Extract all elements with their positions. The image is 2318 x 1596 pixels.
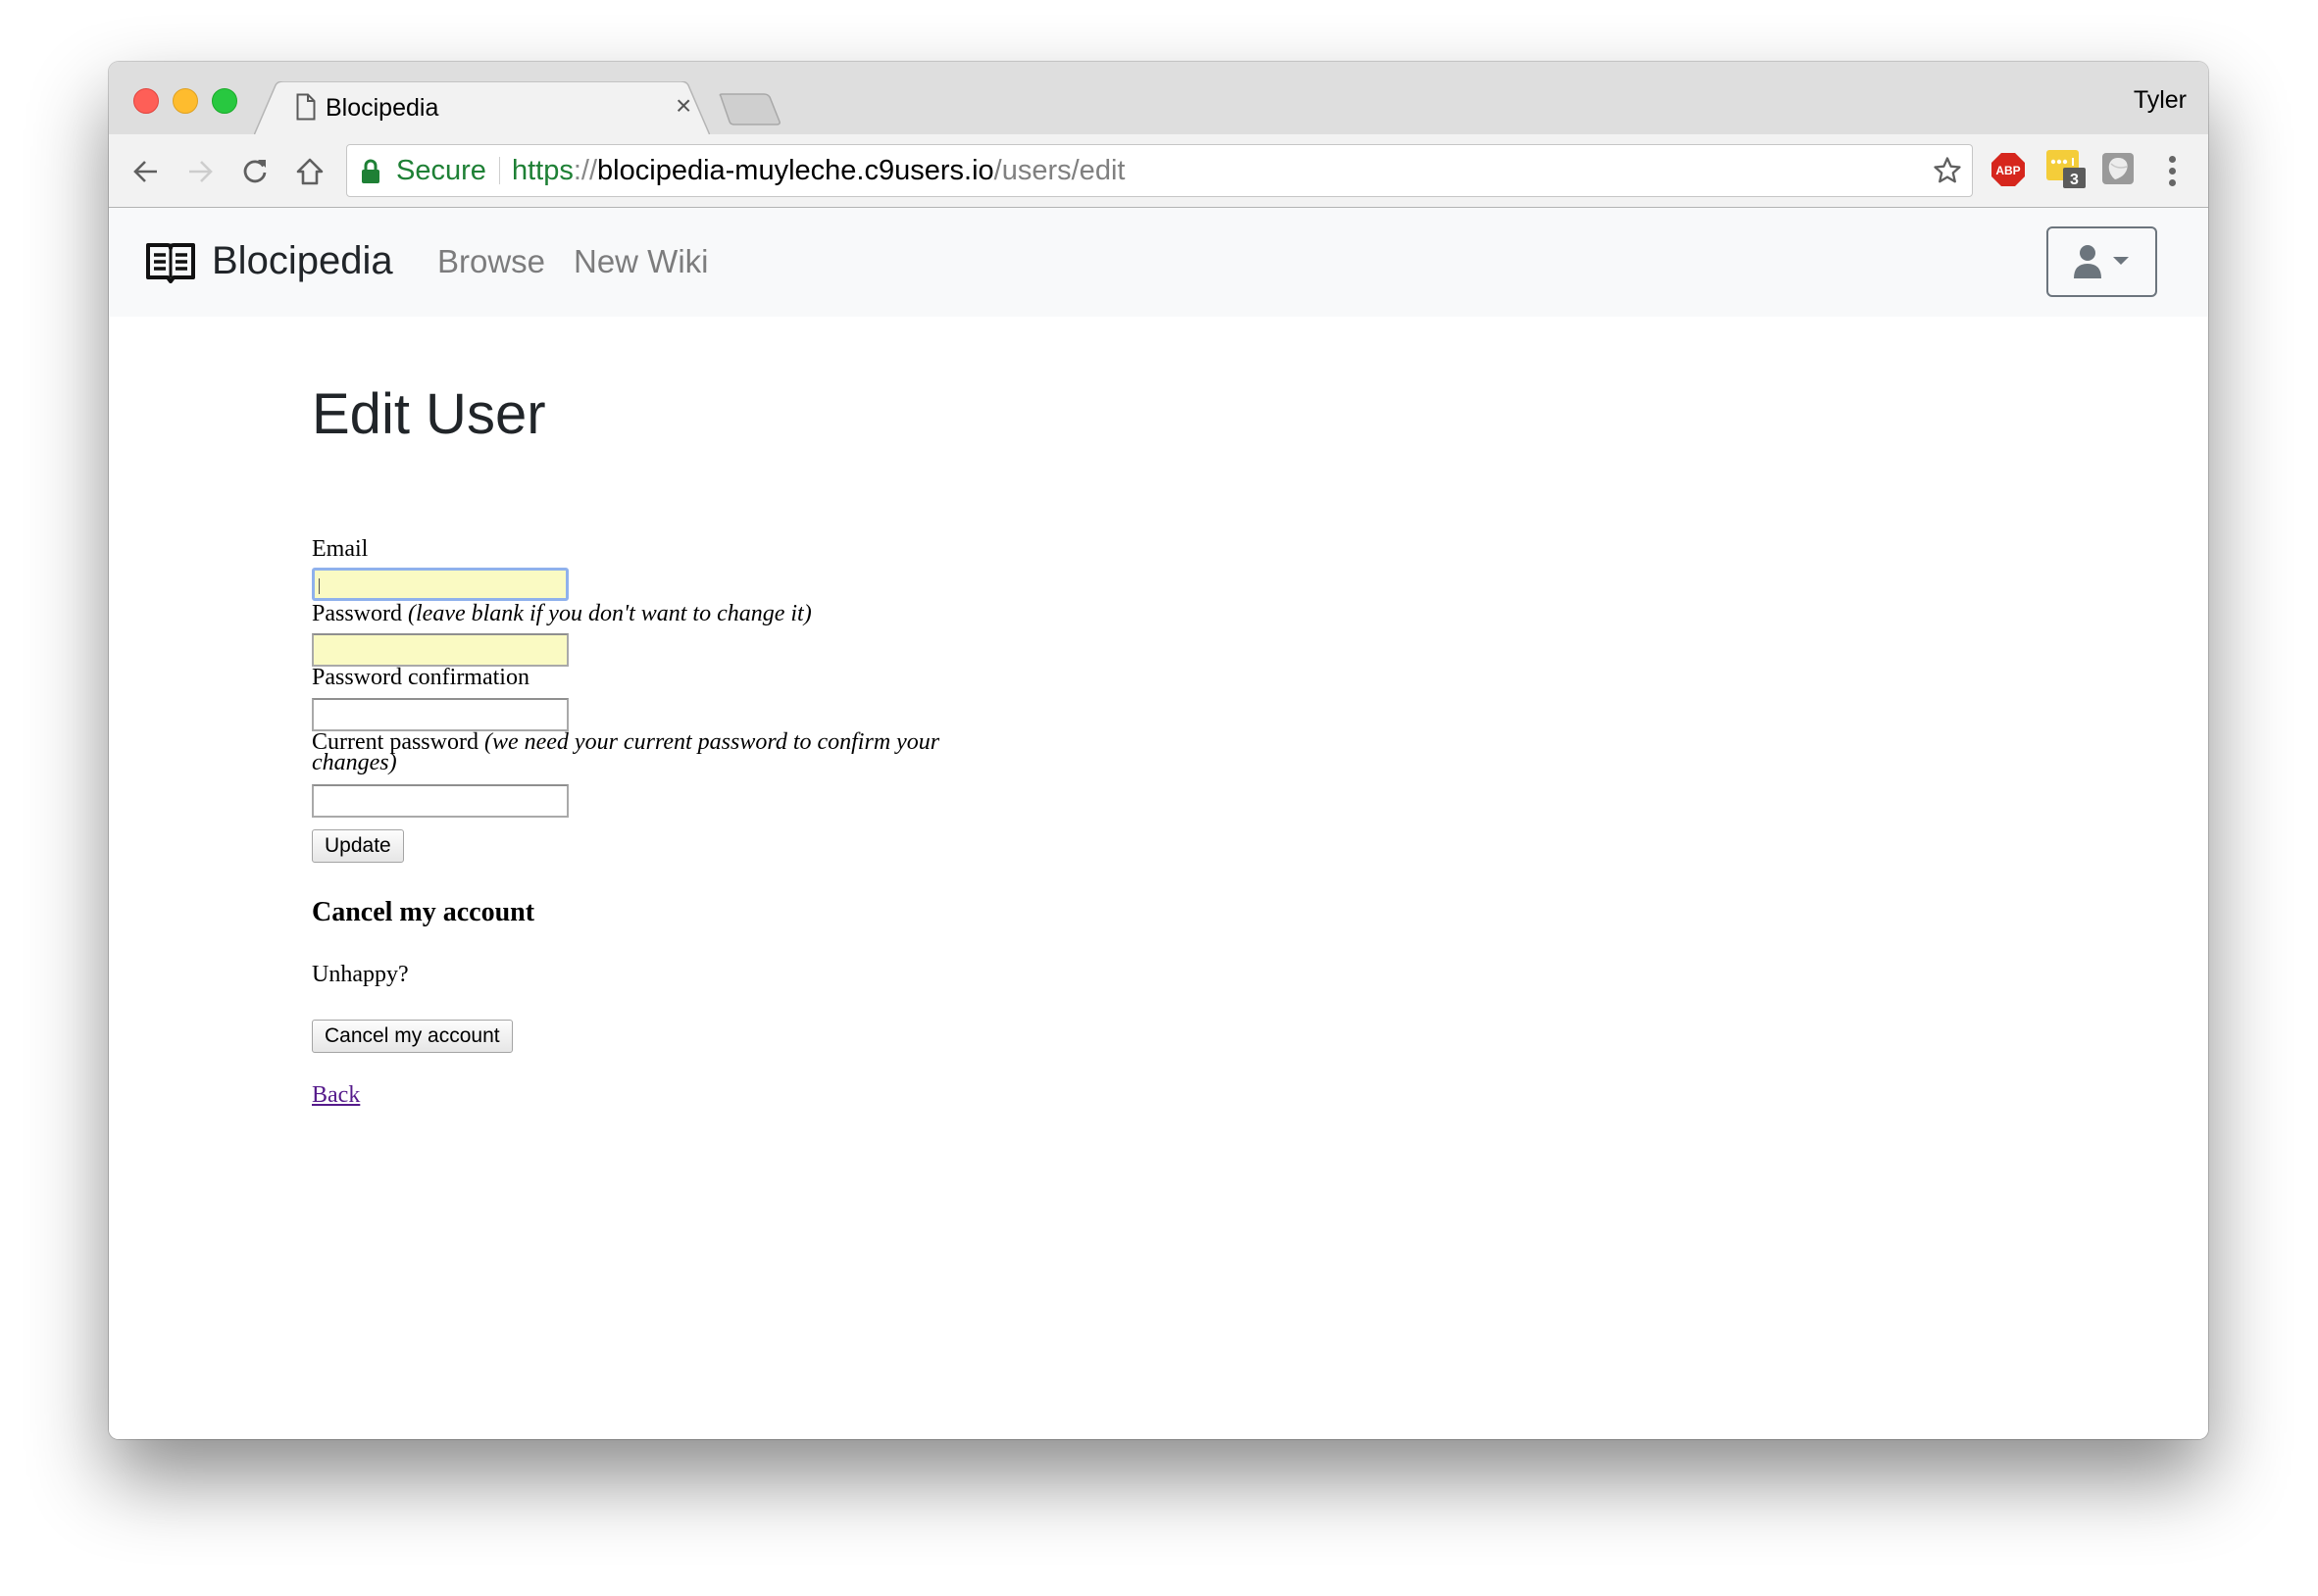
back-link[interactable]: Back (312, 1080, 360, 1111)
navbar: Blocipedia Browse New Wiki (109, 208, 2208, 317)
url-host: blocipedia-muyleche.c9users.io (597, 155, 994, 186)
nav-link-browse[interactable]: Browse (437, 242, 545, 281)
address-bar[interactable]: Secure https://blocipedia-muyleche.c9use… (346, 144, 1973, 197)
tab-close-icon[interactable]: × (676, 91, 691, 121)
reload-icon[interactable] (239, 156, 271, 187)
text-cursor (319, 578, 320, 594)
back-arrow-icon[interactable] (130, 156, 162, 187)
page-title: Edit User (312, 382, 546, 446)
browser-window: Blocipedia × Tyler Secure https://blocip… (109, 62, 2208, 1439)
current-password-label: Current password (we need your current p… (312, 727, 939, 758)
user-menu-dropdown[interactable] (2046, 226, 2157, 297)
tab-strip: Blocipedia × Tyler (109, 62, 2208, 135)
lastpass-icon[interactable]: 3 (2045, 148, 2089, 189)
profile-name[interactable]: Tyler (2134, 86, 2187, 115)
url-text[interactable]: https://blocipedia-muyleche.c9users.io/u… (512, 155, 1125, 186)
url-separator: :// (573, 155, 598, 186)
open-book-icon (146, 243, 195, 283)
cancel-account-button[interactable]: Cancel my account (312, 1020, 513, 1053)
caret-down-icon (2113, 257, 2129, 265)
nav-link-new-wiki[interactable]: New Wiki (574, 242, 709, 281)
secure-label: Secure (396, 155, 486, 186)
browser-menu-icon[interactable] (2166, 156, 2178, 189)
tab-blocipedia[interactable]: Blocipedia × (254, 81, 710, 135)
maximize-window-button[interactable] (212, 88, 237, 114)
url-path: /users/edit (993, 155, 1126, 186)
email-label: Email (312, 536, 369, 562)
omnibox-divider (499, 157, 500, 184)
lock-icon (362, 159, 379, 183)
page-icon (296, 93, 316, 121)
close-window-button[interactable] (133, 88, 159, 114)
user-icon (2074, 245, 2129, 278)
lastpass-badge: 3 (2070, 172, 2079, 188)
cancel-account-heading: Cancel my account (312, 897, 535, 927)
current-password-hint: (we need your current password to confir… (483, 729, 940, 755)
minimize-window-button[interactable] (173, 88, 198, 114)
password-label: Password (leave blank if you don't want … (312, 599, 812, 629)
password-field[interactable] (312, 633, 569, 667)
current-password-hint-line2: changes) (312, 750, 397, 775)
update-button[interactable]: Update (312, 829, 404, 863)
page-content: Blocipedia Browse New Wiki Edit User Ema… (109, 208, 2208, 1439)
password-confirmation-field[interactable] (312, 698, 569, 731)
password-hint: (leave blank if you don't want to change… (408, 601, 812, 626)
brand-name: Blocipedia (212, 239, 393, 282)
new-tab-button[interactable] (717, 93, 781, 126)
bookmark-star-icon[interactable] (1933, 156, 1962, 185)
ghostery-icon[interactable] (2101, 152, 2135, 185)
email-field[interactable] (312, 568, 569, 601)
forward-arrow-icon[interactable] (184, 156, 216, 187)
password-label-text: Password (312, 601, 403, 626)
unhappy-text: Unhappy? (312, 962, 409, 987)
adblock-plus-icon[interactable]: ABP (1990, 152, 2026, 187)
tab-title: Blocipedia (326, 94, 439, 122)
tab-shape (254, 81, 710, 135)
adblock-plus-label: ABP (1995, 164, 2020, 177)
current-password-field[interactable] (312, 784, 569, 818)
url-scheme: https (512, 155, 574, 186)
browser-toolbar: Secure https://blocipedia-muyleche.c9use… (109, 134, 2208, 208)
password-confirmation-label: Password confirmation (312, 665, 529, 690)
current-password-hint-continued: changes) (312, 748, 397, 778)
home-icon[interactable] (294, 156, 326, 187)
